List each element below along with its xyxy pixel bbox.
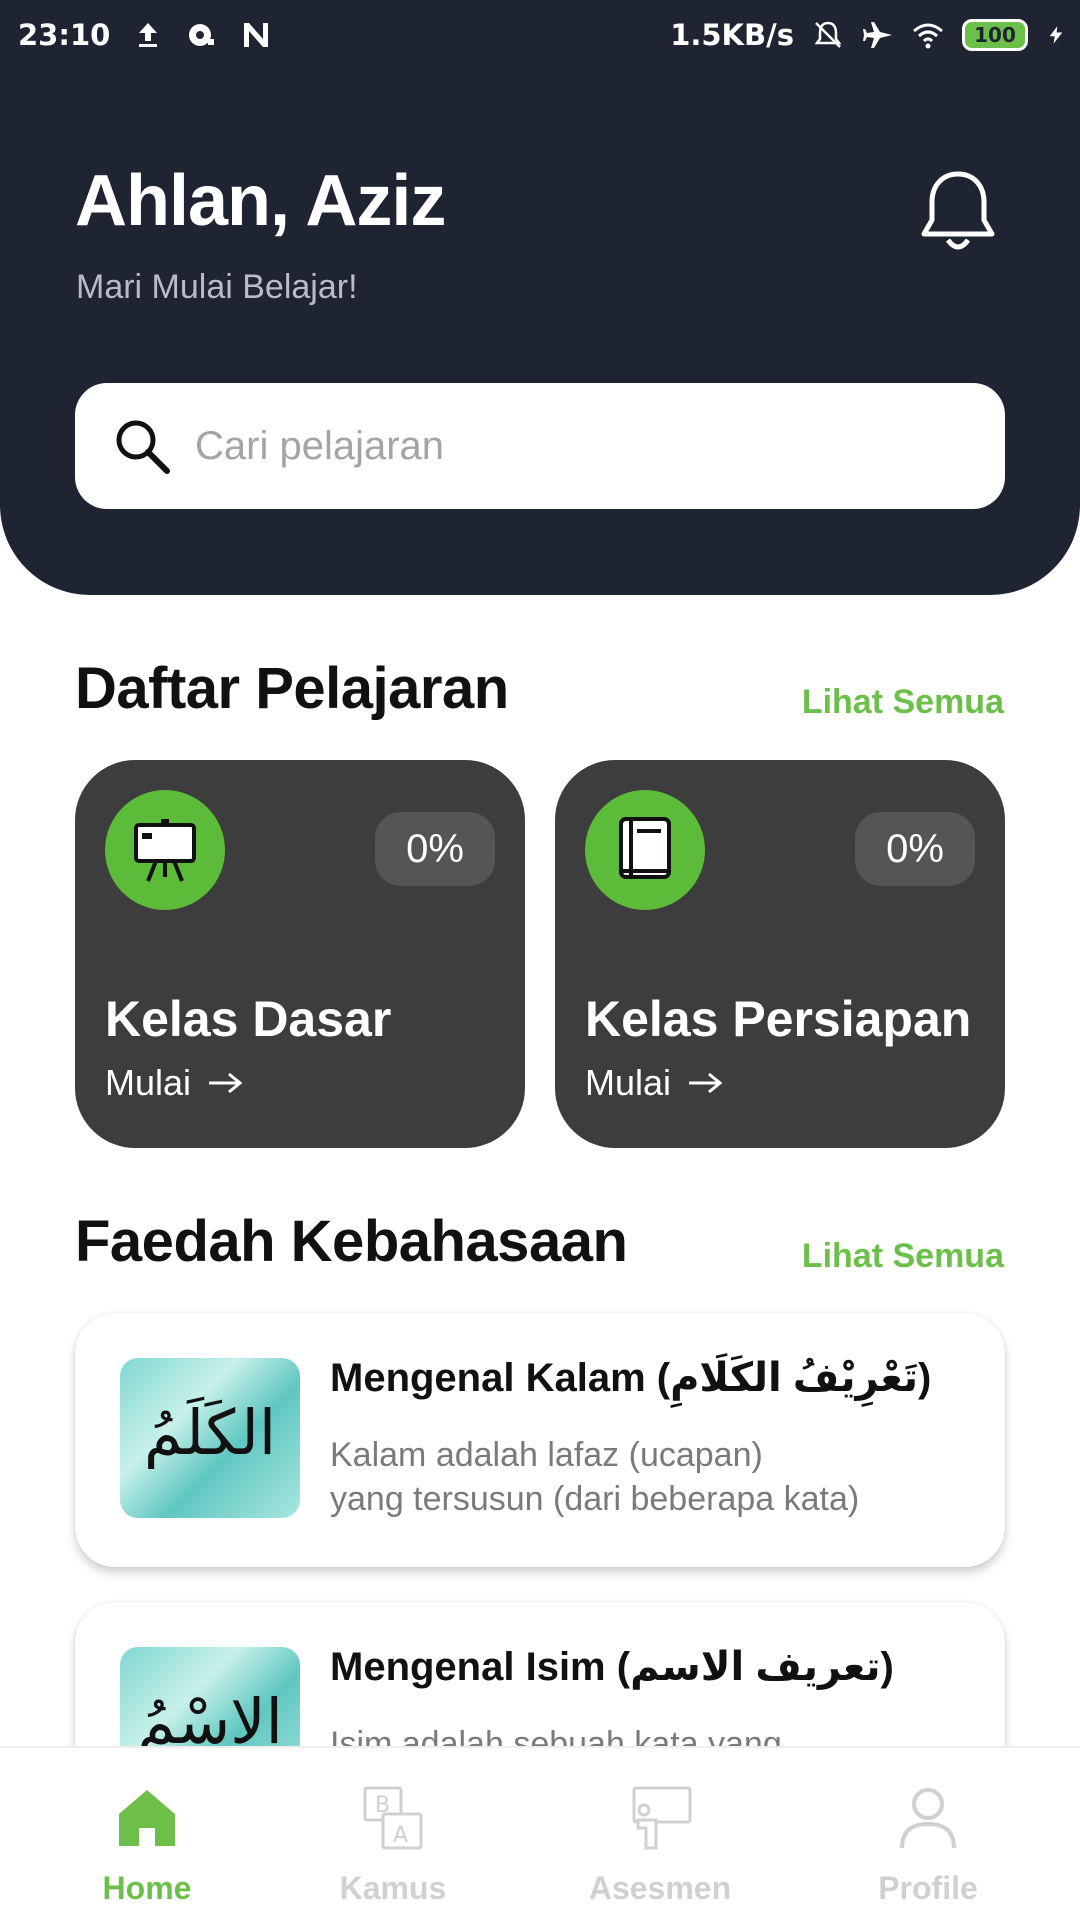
svg-text:A: A [393,1823,408,1848]
lesson-start-label: Mulai [585,1062,672,1103]
nav-home-label: Home [102,1870,192,1906]
n-icon [244,23,269,47]
arrow-right-icon [209,1072,243,1094]
nav-kamus-label: Kamus [339,1870,447,1906]
status-time: 23:10 [18,18,111,52]
faedah-title: Faedah Kebahasaan [75,1209,628,1274]
description-line: Kalam adalah lafaz (ucapan) [330,1436,763,1474]
search-input[interactable] [195,423,955,469]
description-line: yang tersusun (dari beberapa kata) [330,1480,860,1518]
profile-icon [900,1788,956,1849]
nav-profile[interactable]: Profile [828,1748,1028,1920]
faedah-item-title: Mengenal Isim (تعريف الاسم) [330,1645,894,1689]
faedah-item-kalam[interactable]: الكَلَمُ Mengenal Kalam (تَعْرِيْفُ الكَ… [75,1313,1005,1567]
status-bar: 23:10 1.5KB/s 100 [0,0,1080,72]
book-icon [619,817,671,879]
faedah-see-all-link[interactable]: Lihat Semua [802,1237,1004,1276]
lesson-card-title: Kelas Persiapan [585,991,972,1047]
presentation-board-icon [134,819,196,882]
bell-icon[interactable] [916,168,1000,256]
lesson-card-kelas-dasar[interactable]: 0% Kelas Dasar Mulai [75,760,525,1148]
record-icon [189,24,215,46]
mute-icon [814,21,842,48]
nav-profile-label: Profile [878,1870,978,1906]
arrow-right-icon [689,1072,723,1094]
faedah-item-description: Kalam adalah lafaz (ucapan) yang tersusu… [330,1433,970,1521]
nav-asesmen-label: Asesmen [588,1870,732,1906]
search-icon [116,420,170,474]
lesson-card-title: Kelas Dasar [105,991,392,1047]
greeting-title: Ahlan, Aziz [75,161,446,241]
lessons-see-all-link[interactable]: Lihat Semua [802,683,1004,722]
wifi-icon [913,23,943,49]
nav-asesmen[interactable]: Asesmen [560,1748,760,1920]
lesson-icon-circle [105,790,225,910]
lesson-start-label: Mulai [105,1062,192,1103]
greeting-subtitle: Mari Mulai Belajar! [76,268,358,306]
thumbnail-arabic-text: الكَلَمُ [143,1396,277,1469]
network-speed: 1.5KB/s [670,18,794,52]
lesson-progress-badge: 0% [855,812,975,886]
lesson-start-link[interactable]: Mulai [585,1062,723,1104]
faedah-item-title: Mengenal Kalam (تَعْرِيْفُ الكَلَامِ) [330,1356,932,1400]
assessment-icon [632,1786,692,1850]
faedah-thumbnail: الكَلَمُ [120,1358,300,1518]
lesson-card-kelas-persiapan[interactable]: 0% Kelas Persiapan Mulai [555,760,1005,1148]
header: 23:10 1.5KB/s 100 Ahlan, Aziz Mari Mulai… [0,0,1080,595]
home-icon [119,1790,175,1846]
lesson-progress-badge: 0% [375,812,495,886]
svg-text:B: B [375,1793,390,1818]
nav-kamus[interactable]: B A Kamus [293,1748,493,1920]
airplane-icon [863,22,892,48]
lessons-title: Daftar Pelajaran [75,656,509,721]
nav-home[interactable]: Home [47,1748,247,1920]
battery-icon: 100 [962,19,1028,51]
lesson-icon-circle [585,790,705,910]
upload-icon [139,23,158,47]
search-bar[interactable] [75,383,1005,509]
charging-icon [1049,26,1063,44]
dictionary-icon: B A [363,1786,423,1850]
home-screen: 23:10 1.5KB/s 100 Ahlan, Aziz Mari Mulai… [0,0,1080,1920]
lesson-start-link[interactable]: Mulai [105,1062,243,1104]
bottom-navigation: Home B A Kamus Asesmen Profile [0,1746,1080,1920]
